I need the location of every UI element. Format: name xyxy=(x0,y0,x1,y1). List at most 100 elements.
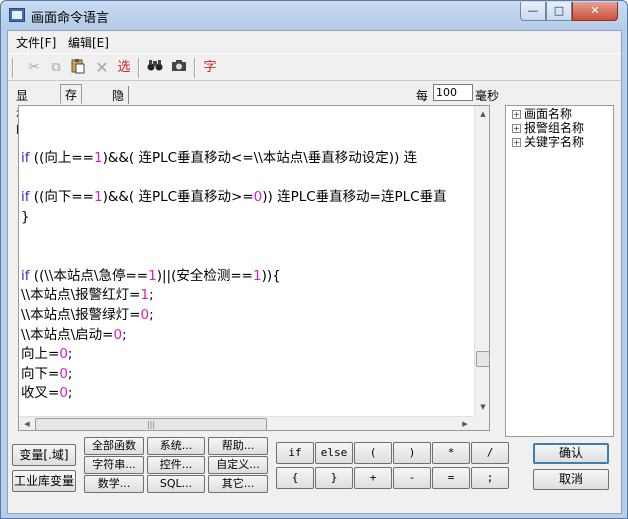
scroll-right-icon[interactable]: ▶ xyxy=(457,417,473,430)
tree-item-screen-names[interactable]: + 画面名称 xyxy=(512,108,572,122)
op-equals-button[interactable]: = xyxy=(432,467,470,489)
op-rparen-button[interactable]: ) xyxy=(393,442,431,464)
close-button[interactable]: ✕ xyxy=(572,2,618,21)
control-functions-button[interactable]: 控件... xyxy=(147,456,205,474)
sql-functions-button[interactable]: SQL... xyxy=(147,475,205,493)
client-area: 文件[F] 编辑[E] ✂ ⧉ ✕ 选 字 显示时 存在时 隐含时 xyxy=(7,30,622,514)
code-text-segment: )&&( 连PLC垂直移动<=\\本站点\垂直移动设定)) 连 xyxy=(102,150,418,167)
code-keyword: if xyxy=(21,267,30,284)
tree-item-keywords[interactable]: + 关键字名称 xyxy=(512,136,584,150)
code-text[interactable]: if ((向上== 1 )&&( 连PLC垂直移动<=\\本站点\垂直移动设定)) … xyxy=(21,110,475,404)
font-button[interactable]: 字 xyxy=(200,58,220,78)
paste-icon[interactable] xyxy=(68,58,88,78)
code-text-segment: 向上= xyxy=(21,346,60,363)
code-line[interactable] xyxy=(21,228,475,248)
code-text-segment: ((向上== xyxy=(29,150,94,167)
op-multiply-button[interactable]: * xyxy=(432,442,470,464)
op-lbrace-button[interactable]: { xyxy=(276,467,314,489)
tab-while-exist[interactable]: 存在时 xyxy=(60,84,83,136)
code-line[interactable] xyxy=(21,130,475,150)
op-rbrace-button[interactable]: } xyxy=(315,467,353,489)
code-line[interactable]: 收叉=0; xyxy=(21,384,475,404)
code-line[interactable] xyxy=(21,247,475,267)
code-line[interactable]: if ((向下==1)&&( 连PLC垂直移动>=0)) 连PLC垂直移动=连P… xyxy=(21,188,475,208)
code-line[interactable]: \\本站点\报警绿灯=0; xyxy=(21,306,475,326)
code-line[interactable] xyxy=(21,110,475,130)
period-label: 每 xyxy=(416,89,429,103)
delete-icon[interactable]: ✕ xyxy=(92,58,112,78)
op-minus-button[interactable]: - xyxy=(393,467,431,489)
code-text-segment: )&&( 连PLC垂直移动>= xyxy=(102,189,254,206)
expand-icon[interactable]: + xyxy=(512,124,521,133)
other-functions-button[interactable]: 其它... xyxy=(208,475,268,493)
copy-icon[interactable]: ⧉ xyxy=(46,58,66,78)
period-input[interactable]: 100 xyxy=(433,84,473,101)
code-number: 0 xyxy=(59,346,68,363)
cancel-button[interactable]: 取消 xyxy=(533,469,609,490)
code-line[interactable]: } xyxy=(21,208,475,228)
tab-on-hide[interactable]: 隐含时 xyxy=(108,86,130,137)
op-plus-button[interactable]: + xyxy=(354,467,392,489)
code-text-segment: \\本站点\报警绿灯= xyxy=(21,306,141,323)
menu-edit[interactable]: 编辑[E] xyxy=(68,34,109,51)
op-else-button[interactable]: else xyxy=(315,442,353,464)
expand-icon[interactable]: + xyxy=(512,110,521,119)
custom-functions-button[interactable]: 自定义... xyxy=(208,456,268,474)
code-number: 0 xyxy=(113,326,123,343)
code-line[interactable] xyxy=(21,169,475,189)
tree-item-alarm-groups[interactable]: + 报警组名称 xyxy=(512,122,584,136)
symbol-tree[interactable]: + 画面名称 + 报警组名称 + 关键字名称 xyxy=(505,105,614,437)
horizontal-scrollbar[interactable]: ◀ ||| ▶ xyxy=(19,416,474,430)
code-text-segment: \\本站点\启动= xyxy=(21,326,114,343)
tab-on-show[interactable]: 显示时 xyxy=(12,86,32,137)
expand-icon[interactable]: + xyxy=(512,138,521,147)
scrollbar-corner xyxy=(474,416,489,430)
code-number: 1 xyxy=(93,189,103,206)
op-divide-button[interactable]: / xyxy=(471,442,509,464)
scroll-up-icon[interactable]: ▲ xyxy=(475,106,489,122)
toolbar: ✂ ⧉ ✕ 选 字 xyxy=(8,53,621,81)
toolbar-separator xyxy=(194,58,196,78)
code-text-segment: ; xyxy=(67,365,73,382)
variable-button[interactable]: 变量[.域] xyxy=(12,444,76,466)
code-line[interactable]: \\本站点\报警红灯=1; xyxy=(21,286,475,306)
scroll-left-icon[interactable]: ◀ xyxy=(19,417,35,430)
title-bar[interactable]: 画面命令语言 — □ ✕ xyxy=(1,1,627,30)
maximize-button[interactable]: □ xyxy=(546,2,572,21)
replace-icon[interactable] xyxy=(169,58,189,78)
code-line[interactable]: if ((\\本站点\急停==1)||(安全检测==1)){ xyxy=(21,267,475,287)
op-lparen-button[interactable]: ( xyxy=(354,442,392,464)
cut-icon[interactable]: ✂ xyxy=(24,58,44,78)
menu-file[interactable]: 文件[F] xyxy=(16,34,56,51)
code-line[interactable]: 向下=0; xyxy=(21,365,475,385)
scroll-down-icon[interactable]: ▼ xyxy=(475,399,489,415)
confirm-button[interactable]: 确认 xyxy=(533,443,609,464)
industrial-db-variable-button[interactable]: 工业库变量 xyxy=(12,470,76,492)
window-frame: 画面命令语言 — □ ✕ 文件[F] 编辑[E] ✂ ⧉ ✕ 选 字 显 存 隐… xyxy=(0,0,628,519)
system-functions-button[interactable]: 系统... xyxy=(147,437,205,455)
minimize-button[interactable]: — xyxy=(520,2,546,21)
code-text-segment: )) 连PLC垂直移动=连PLC垂直 xyxy=(262,189,447,206)
select-button[interactable]: 选 xyxy=(114,58,134,78)
code-number: 0 xyxy=(140,306,150,323)
math-functions-button[interactable]: 数学... xyxy=(84,475,144,493)
code-number: 1 xyxy=(140,287,150,304)
find-icon[interactable] xyxy=(145,58,165,78)
vertical-scrollbar[interactable]: ▲ ▼ xyxy=(474,106,489,416)
op-semicolon-button[interactable]: ; xyxy=(471,467,509,489)
toolbar-grip[interactable] xyxy=(12,58,14,78)
code-text-segment: )||(安全检测== xyxy=(156,267,253,284)
op-if-button[interactable]: if xyxy=(276,442,314,464)
string-functions-button[interactable]: 字符串... xyxy=(84,456,144,474)
horizontal-scroll-thumb[interactable]: ||| xyxy=(35,418,267,430)
code-line[interactable]: \\本站点\启动=0; xyxy=(21,326,475,346)
script-editor[interactable]: if ((向上== 1 )&&( 连PLC垂直移动<=\\本站点\垂直移动设定)) … xyxy=(18,105,490,431)
code-text-segment: \\本站点\报警红灯= xyxy=(21,287,141,304)
code-line[interactable]: 向上=0; xyxy=(21,345,475,365)
code-line[interactable]: if ((向上==1)&&( 连PLC垂直移动<=\\本站点\垂直移动设定)) … xyxy=(21,149,475,169)
help-button[interactable]: 帮助... xyxy=(208,437,268,455)
vertical-scroll-thumb[interactable] xyxy=(476,351,489,367)
all-functions-button[interactable]: 全部函数 xyxy=(84,437,144,455)
code-text-segment: 向下= xyxy=(21,365,60,382)
code-number: 0 xyxy=(59,385,68,402)
